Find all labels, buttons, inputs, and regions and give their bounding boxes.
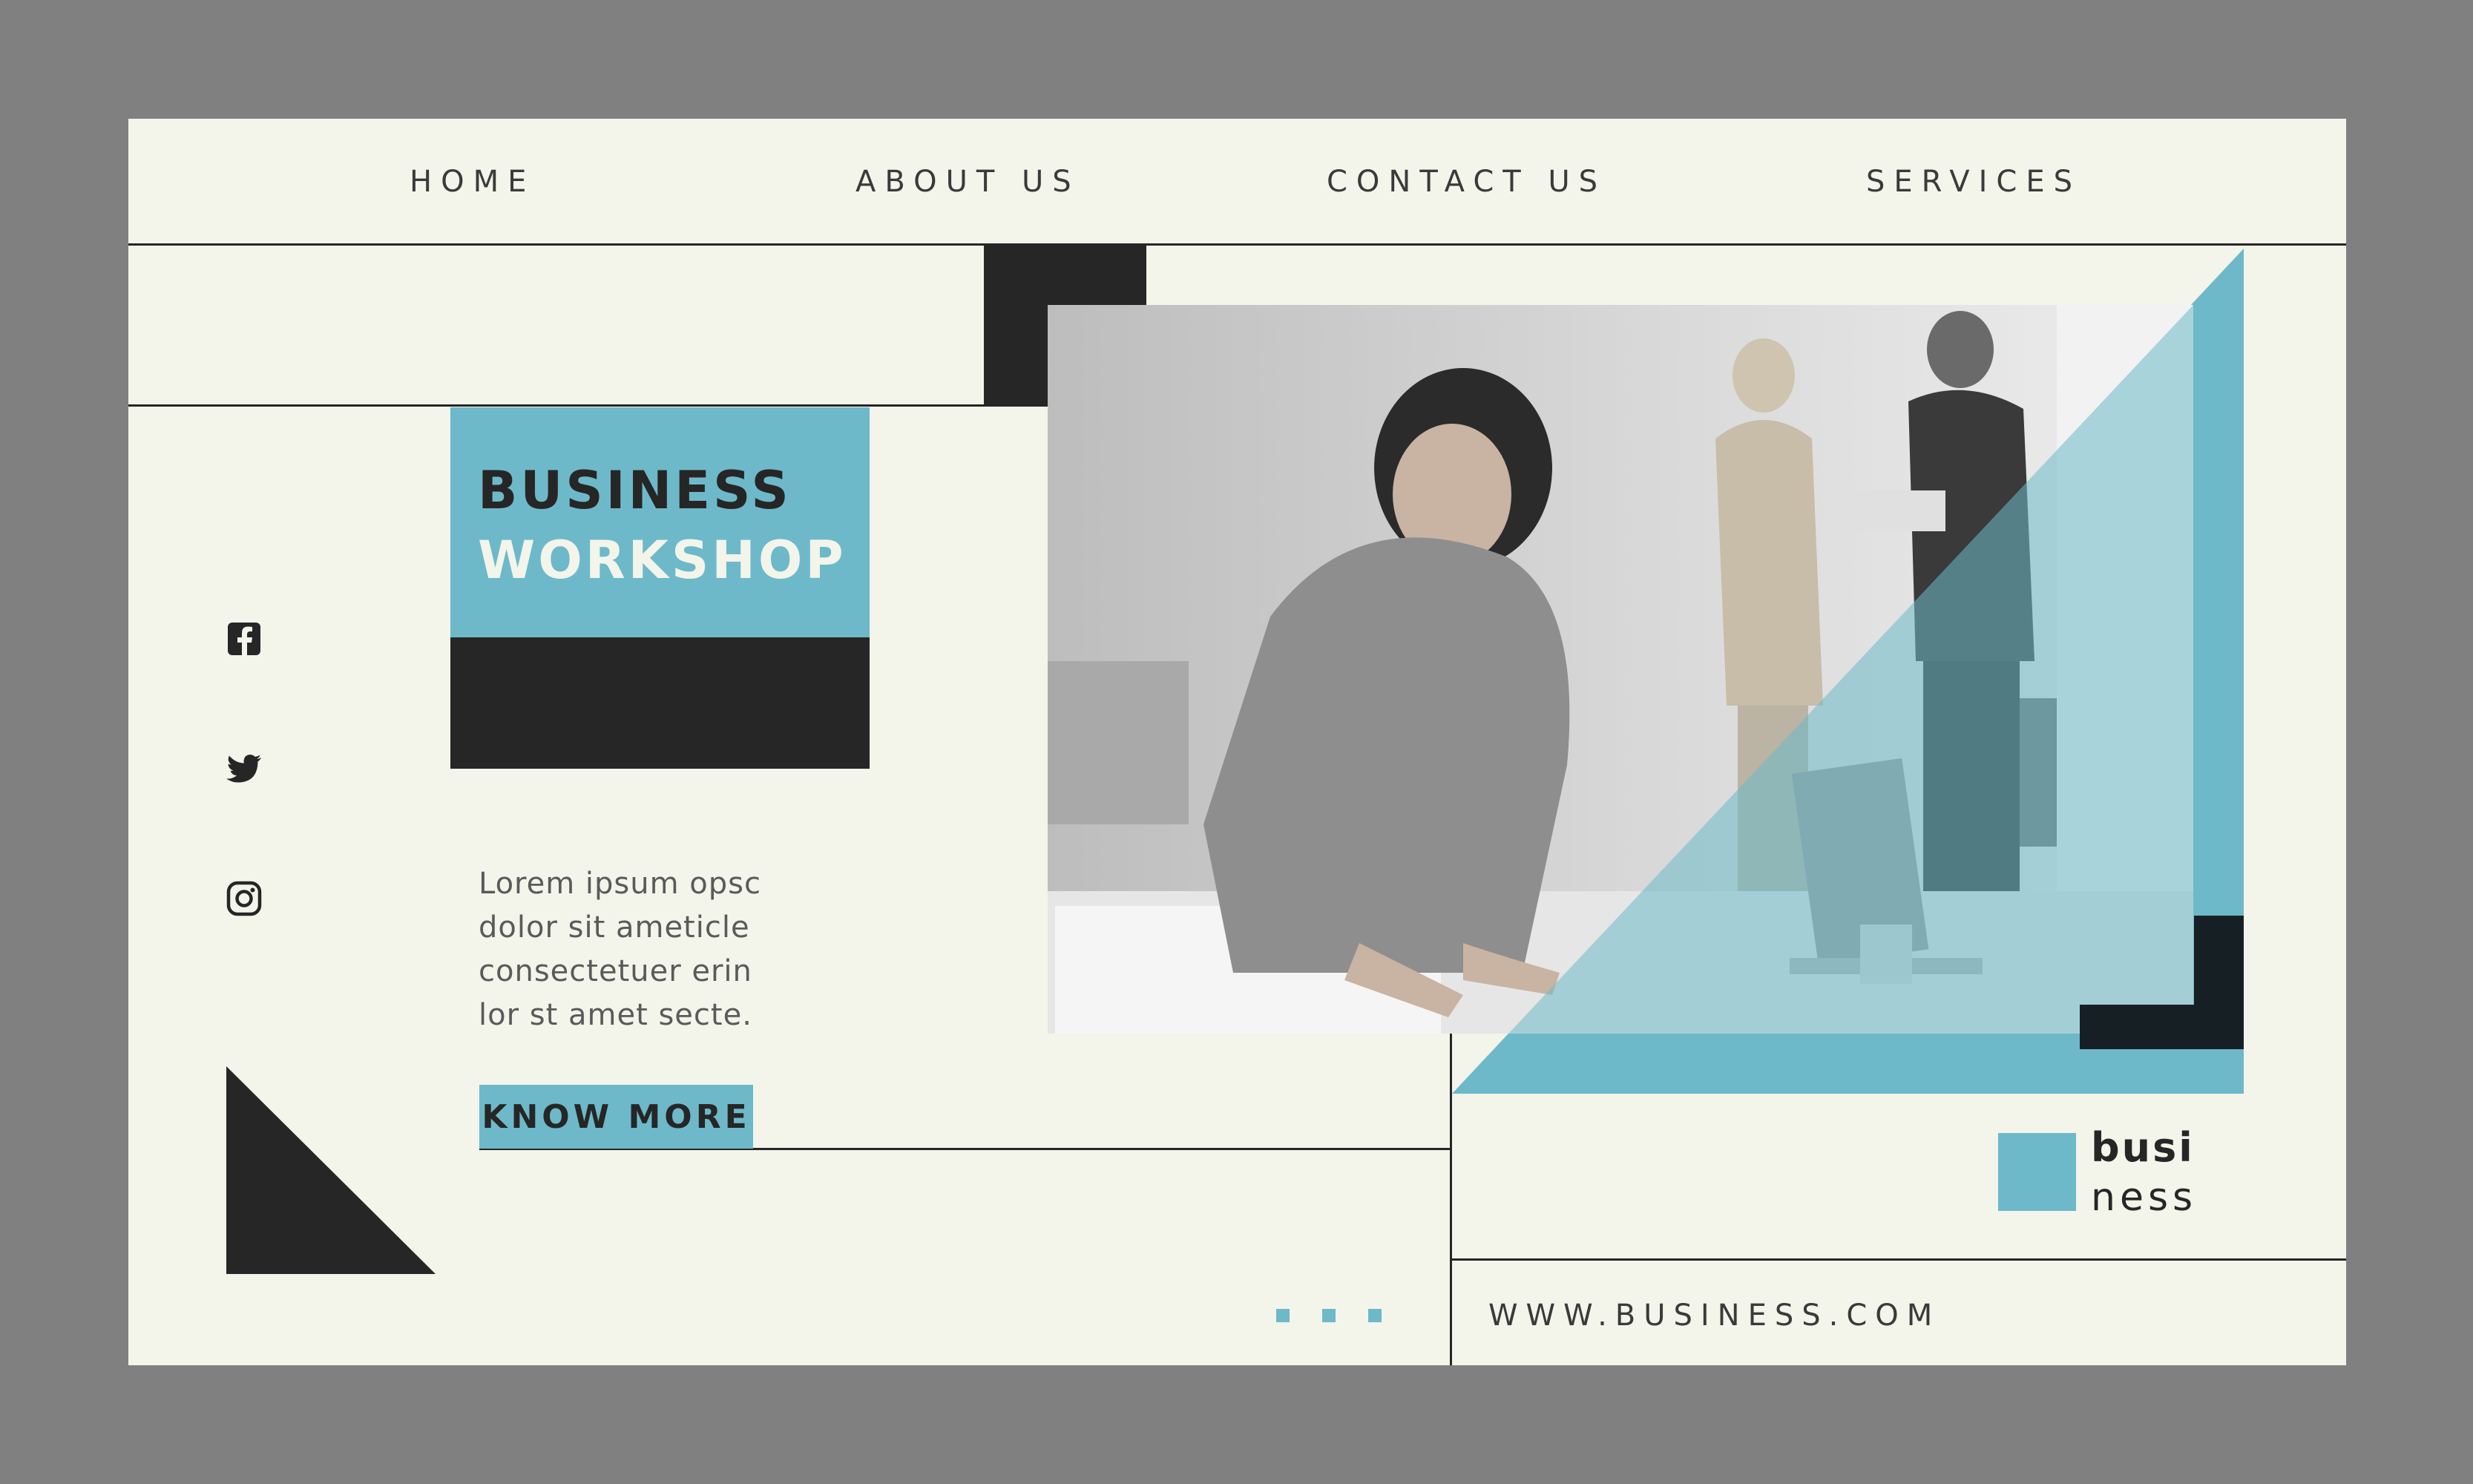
know-more-button[interactable]: KNOW MORE [479,1085,753,1149]
decorative-triangle [226,1066,436,1274]
facebook-icon[interactable] [225,620,263,658]
title-line-workshop: WORKSHOP [478,530,847,591]
hero-photo [1048,305,2193,1034]
slider-dot[interactable] [1368,1309,1382,1322]
landing-page: HOME ABOUT US CONTACT US SERVICES BUSINE… [128,119,2346,1365]
website-url[interactable]: WWW.BUSINESS.COM [1488,1298,1940,1333]
description-line: lor st amet secte. [479,998,752,1032]
brand-name-line1: busi [2091,1124,2195,1171]
description-line: Lorem ipsum opsc [479,867,761,901]
twitter-icon[interactable] [225,749,263,788]
brand-logo-square [1998,1133,2076,1211]
description-line: consectetuer erin [479,954,752,988]
hero-description: Lorem ipsum opsc dolor sit ameticle cons… [479,862,790,1037]
decorative-corner-bracket [2080,916,2244,1049]
instagram-icon[interactable] [225,879,263,918]
slider-dot[interactable] [1322,1309,1336,1322]
description-line: dolor sit ameticle [479,910,750,945]
title-line-business: BUSINESS [478,460,792,521]
brand-name-line2: ness [2091,1175,2198,1220]
slider-dot[interactable] [1276,1309,1290,1322]
